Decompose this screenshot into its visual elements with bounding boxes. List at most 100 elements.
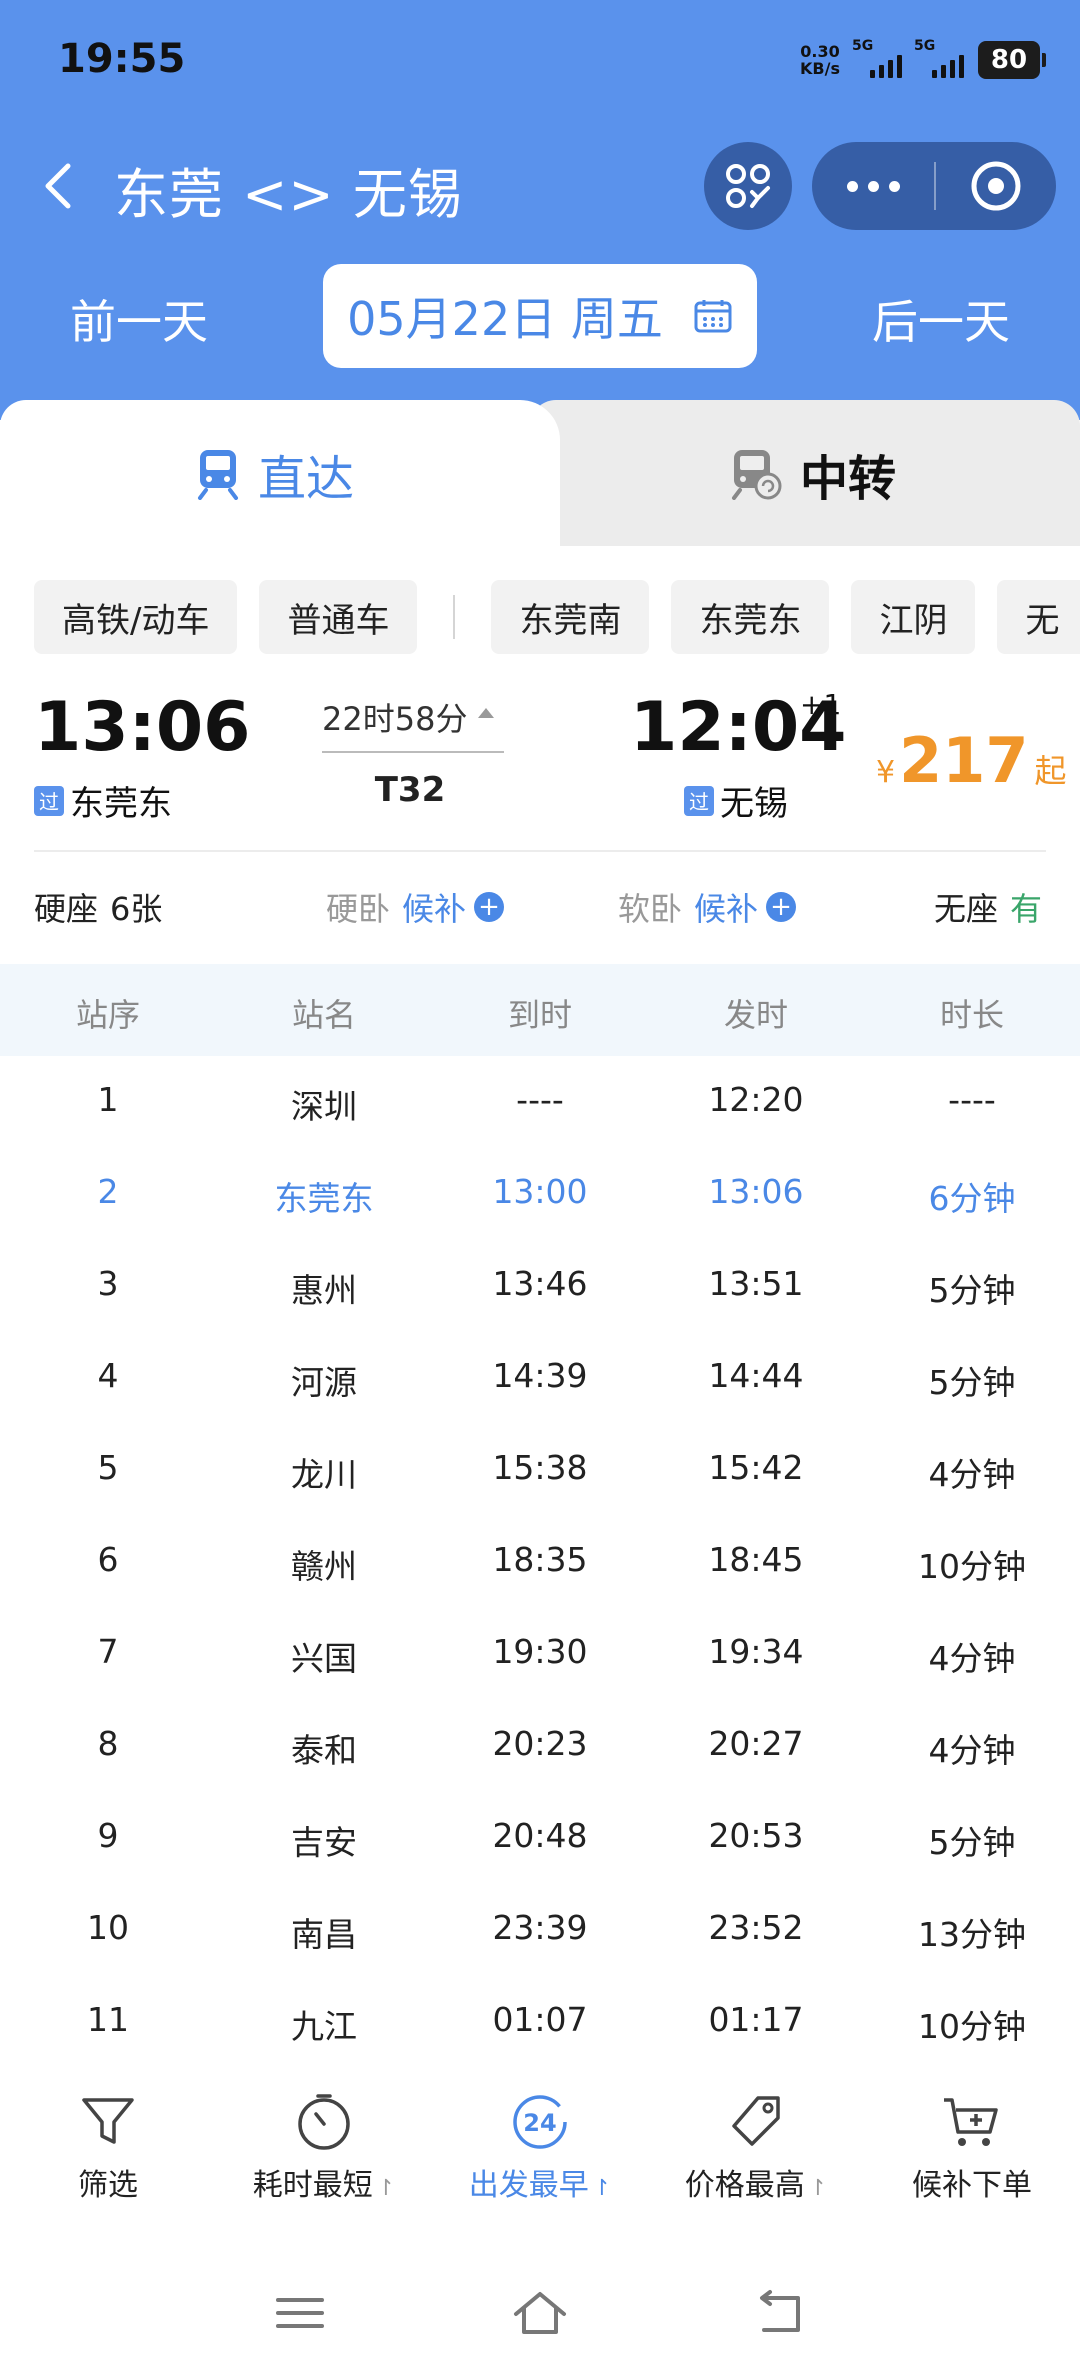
stop-seq: 1 (97, 1080, 119, 1119)
stop-depart: 13:06 (708, 1172, 804, 1211)
stop-arrive: 18:35 (492, 1540, 588, 1579)
table-row: 9 吉安 20:48 20:53 5分钟 (0, 1792, 1080, 1884)
stop-stay: 4分钟 (928, 1639, 1016, 1678)
table-row: 3 惠州 13:46 13:51 5分钟 (0, 1240, 1080, 1332)
stop-table-body: 1 深圳 ---- 12:20 ---- 2 东莞东 13:00 13:06 6分钟 3 惠州 13:4… (0, 1056, 1080, 2068)
battery-icon: 80 (978, 41, 1046, 79)
header-stay: 时长 (939, 996, 1004, 1034)
stop-arrive: 13:46 (492, 1264, 588, 1303)
signal-icon: 5G (914, 38, 964, 78)
header-seq: 站序 (75, 996, 140, 1034)
stop-seq: 7 (97, 1632, 119, 1671)
back-nav-icon[interactable] (750, 2288, 810, 2338)
tab-transfer[interactable]: 中转 (730, 434, 896, 514)
stop-arrive: 23:39 (492, 1908, 588, 1947)
nav-bar: 东莞 <> 无锡 (0, 136, 1080, 236)
stop-station: 惠州 (291, 1271, 357, 1310)
waitlist-order-button[interactable]: 候补下单 (864, 2090, 1080, 2220)
stop-station: 九江 (291, 2007, 357, 2046)
chip-station[interactable]: 无 (997, 580, 1080, 654)
timer-icon (298, 2094, 350, 2150)
more-dots-icon[interactable] (812, 142, 934, 230)
status-icons: 0.30 KB/s 5G 5G 80 (800, 38, 1046, 80)
sort-arrow-icon: ↾ (592, 2176, 612, 2201)
expand-triangle-icon[interactable] (476, 706, 496, 720)
stop-seq: 11 (87, 2000, 129, 2039)
stop-station: 吉安 (291, 1823, 357, 1862)
menu-icon[interactable] (270, 2288, 330, 2338)
home-icon[interactable] (510, 2288, 570, 2338)
chip-station[interactable]: 东莞南 (491, 580, 650, 654)
scan-button[interactable] (704, 142, 792, 230)
stop-seq: 5 (97, 1448, 119, 1487)
sort-arrow-icon: ↾ (808, 2176, 828, 2201)
stop-station: 泰和 (291, 1731, 357, 1770)
stop-station: 河源 (291, 1363, 357, 1402)
seat-hard-sleeper[interactable]: 硬卧 候补 + (326, 884, 505, 930)
chip-station[interactable]: 东莞东 (671, 580, 830, 654)
stop-seq: 3 (97, 1264, 119, 1303)
arrival-station: 过 无锡 (684, 776, 788, 825)
stop-station: 龙川 (291, 1455, 357, 1494)
prev-day-button[interactable]: 前一天 (70, 286, 208, 352)
table-row: 7 兴国 19:30 19:34 4分钟 (0, 1608, 1080, 1700)
stop-arrive: 20:48 (492, 1816, 588, 1855)
stop-depart: 01:17 (708, 2000, 804, 2039)
net-speed: 0.30 KB/s (800, 42, 840, 78)
target-close-icon (971, 161, 1021, 211)
close-button[interactable] (936, 142, 1056, 230)
stop-seq: 6 (97, 1540, 119, 1579)
signal-icon: 5G (852, 38, 902, 78)
back-arrow-icon[interactable] (30, 156, 90, 216)
seat-hard-seat[interactable]: 硬座 6张 (34, 884, 162, 930)
date-picker[interactable]: 05月22日 周五 (323, 264, 757, 368)
stop-arrive: 19:30 (492, 1632, 588, 1671)
departure-station: 过 东莞东 (34, 776, 172, 825)
stop-stay: 5分钟 (928, 1363, 1016, 1402)
chip-normal-train[interactable]: 普通车 (259, 580, 418, 654)
stop-stay: ---- (948, 1080, 996, 1119)
sort-shortest-button[interactable]: 耗时最短 ↾ (216, 2090, 432, 2220)
chip-divider (453, 595, 456, 639)
table-row: 10 南昌 23:39 23:52 13分钟 (0, 1884, 1080, 1976)
price-tag-icon (732, 2096, 780, 2146)
divider (34, 850, 1046, 852)
stop-station: 兴国 (291, 1639, 357, 1678)
stop-depart: 19:34 (708, 1632, 804, 1671)
stop-seq: 2 (97, 1172, 119, 1211)
stop-stay: 10分钟 (918, 1547, 1026, 1586)
next-day-button[interactable]: 后一天 (872, 286, 1010, 352)
sort-earliest-button[interactable]: 24 出发最早 ↾ (432, 2090, 648, 2220)
duration-arrow-icon (322, 751, 504, 753)
seat-soft-sleeper[interactable]: 软卧 候补 + (618, 884, 797, 930)
seat-no-seat[interactable]: 无座 有 (934, 884, 1042, 930)
bottom-toolbar: 筛选 耗时最短 ↾ 24 出发最早 ↾ 价格最高 ↾ 候补下单 (0, 2090, 1080, 2220)
pass-badge: 过 (684, 785, 714, 816)
waitlist-plus-icon[interactable]: + (766, 892, 797, 922)
stop-arrive: 13:00 (492, 1172, 588, 1211)
stop-depart: 20:27 (708, 1724, 804, 1763)
tab-direct[interactable]: 直达 (196, 434, 354, 514)
stop-seq: 10 (87, 1908, 129, 1947)
price: ¥ 217 起 (876, 724, 1067, 797)
stop-table-header: 站序 站名 到时 发时 时长 (0, 964, 1080, 1056)
stop-depart: 13:51 (708, 1264, 804, 1303)
chip-station[interactable]: 江阴 (851, 580, 976, 654)
date-text: 05月22日 周五 (347, 292, 663, 346)
chip-high-speed[interactable]: 高铁/动车 (34, 580, 238, 654)
stop-depart: 20:53 (708, 1816, 804, 1855)
header-station: 站名 (291, 996, 356, 1034)
train-number: T32 (374, 770, 446, 810)
stop-depart: 18:45 (708, 1540, 804, 1579)
filter-button[interactable]: 筛选 (0, 2090, 216, 2220)
stop-station: 南昌 (291, 1915, 357, 1954)
table-row: 11 九江 01:07 01:17 10分钟 (0, 1976, 1080, 2068)
waitlist-plus-icon[interactable]: + (474, 892, 505, 922)
stop-station: 深圳 (291, 1087, 357, 1126)
stop-station: 东莞东 (274, 1179, 374, 1218)
status-time: 19:55 (58, 36, 186, 82)
departure-time: 13:06 (34, 688, 251, 767)
sort-price-button[interactable]: 价格最高 ↾ (648, 2090, 864, 2220)
stop-stay: 5分钟 (928, 1823, 1016, 1862)
stop-stay: 6分钟 (928, 1179, 1016, 1218)
